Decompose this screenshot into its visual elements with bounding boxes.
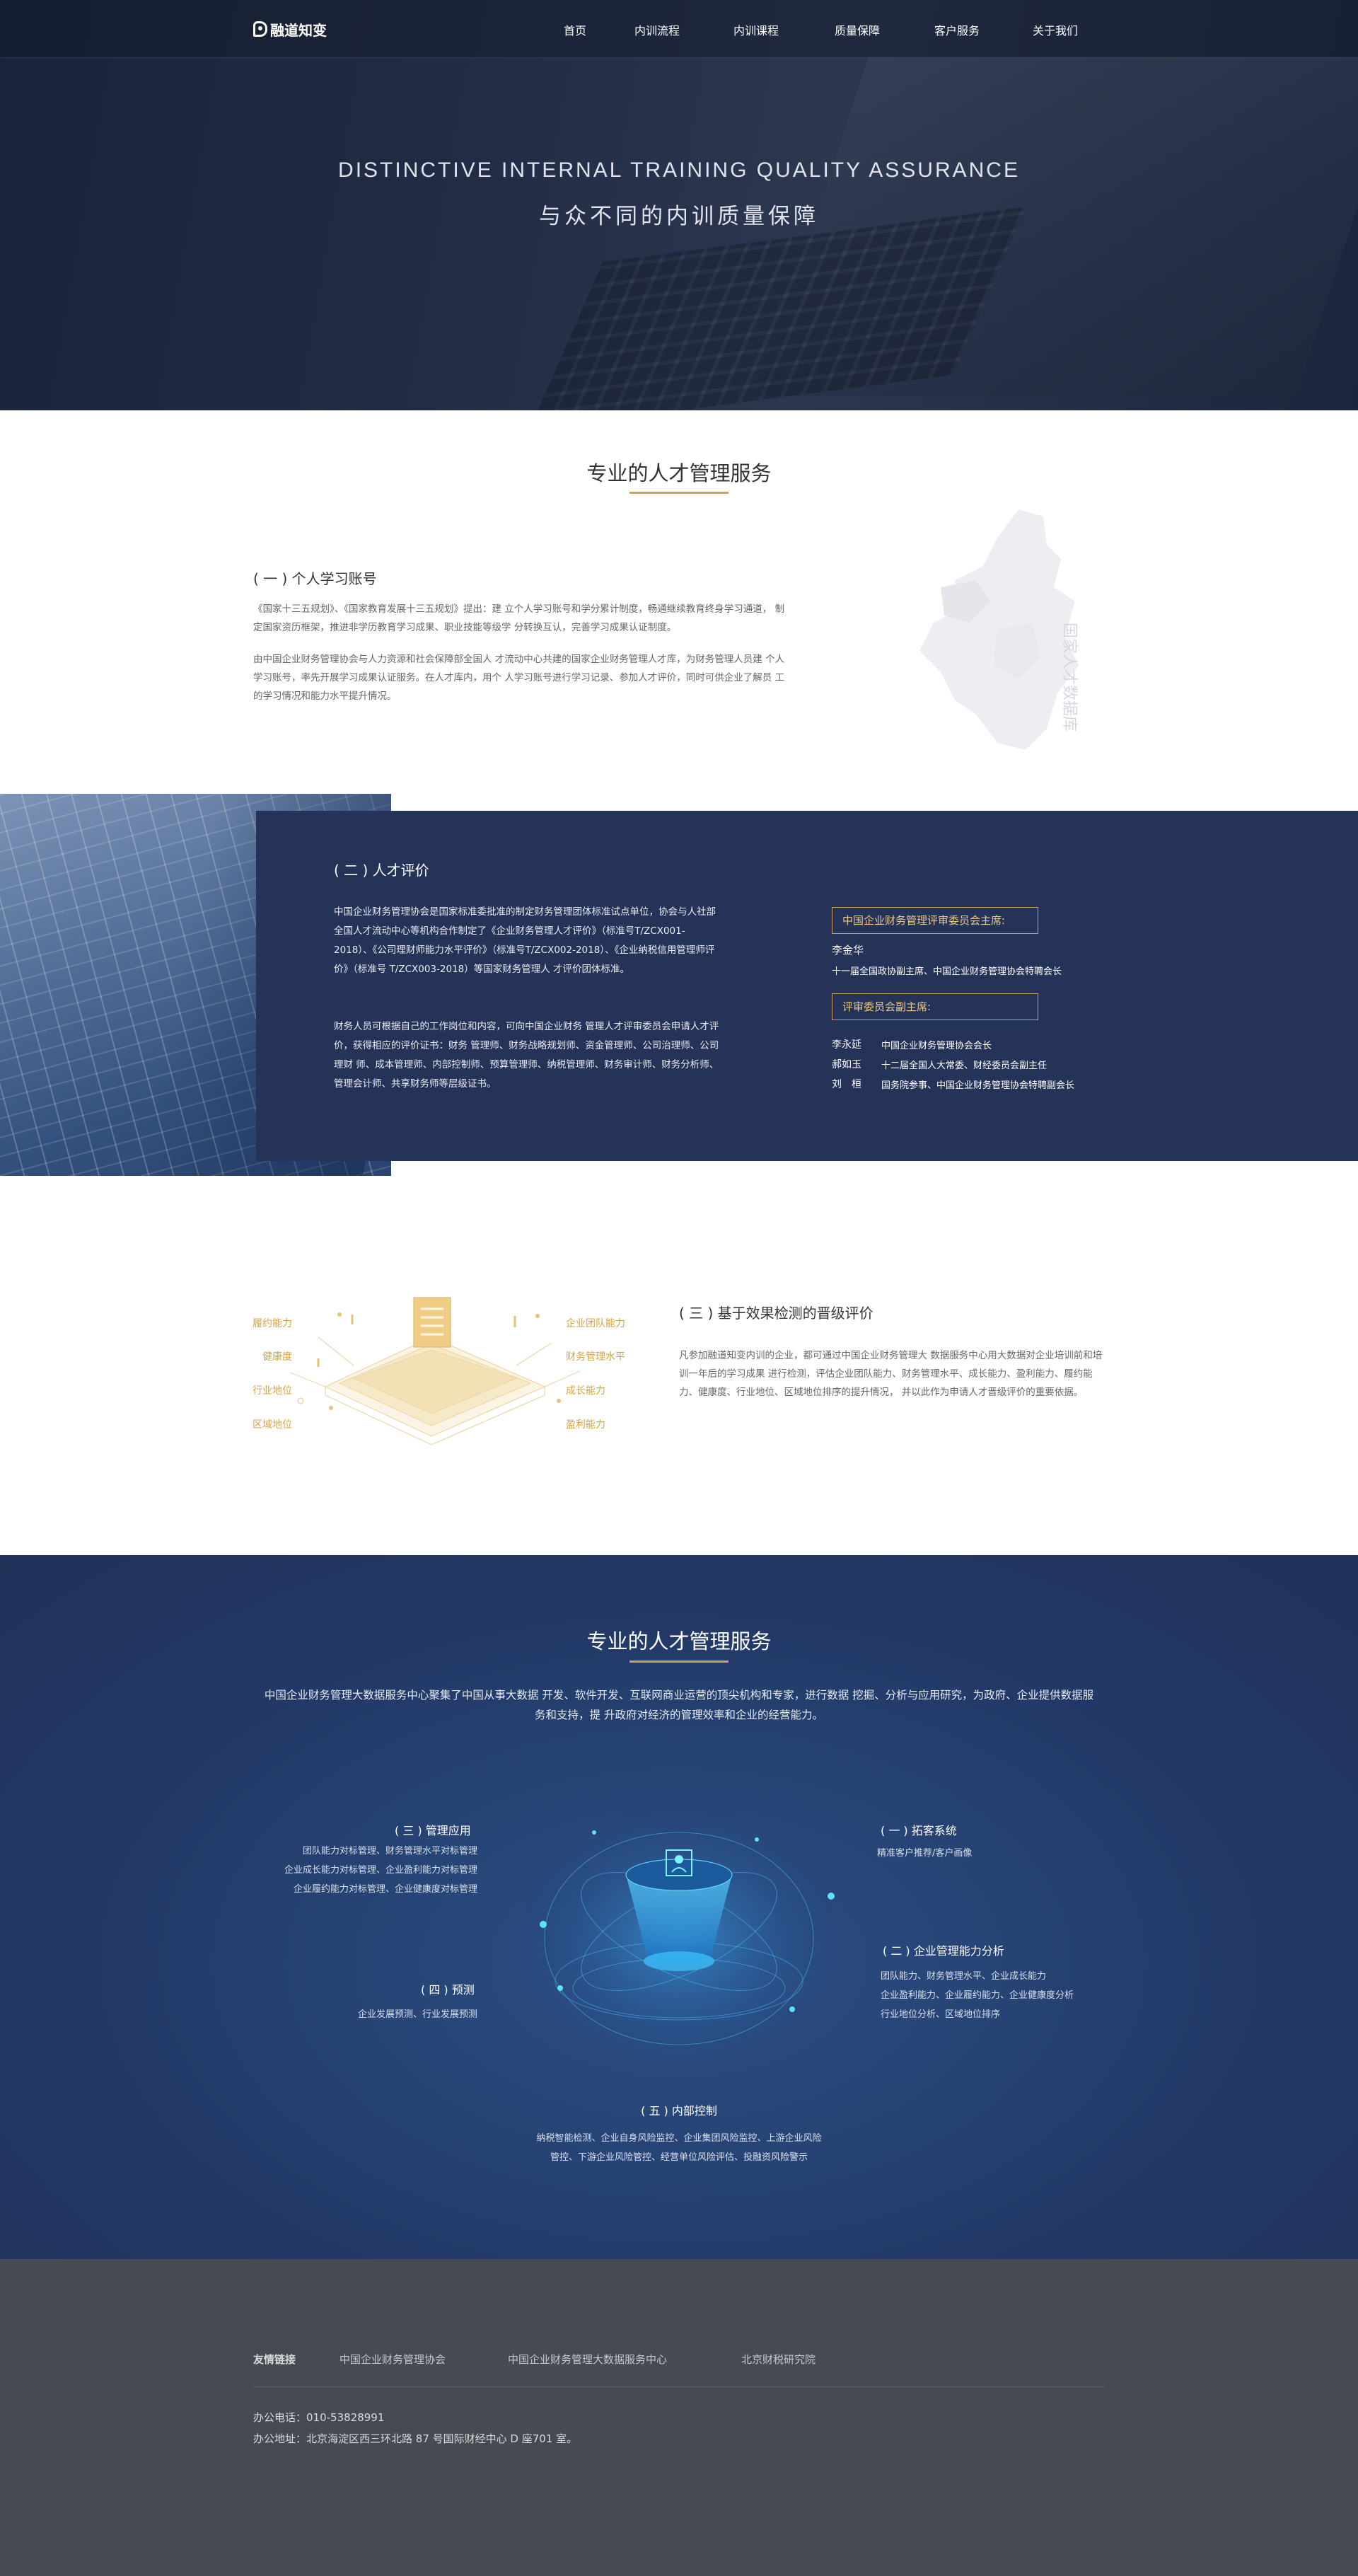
internal-control-title: ( 五 ) 内部控制 — [641, 2104, 717, 2118]
big-data-title: 专业的人才管理服务 — [586, 1629, 772, 1653]
vice-desc-1: 中国企业财务管理协会会长 — [881, 1041, 992, 1051]
mgmt-app-line3: 企业履约能力对标管理、企业健康度对标管理 — [293, 1884, 477, 1895]
talent-evaluation-para2: 财务人员可根据自己的工作岗位和内容，可向中国企业财务 管理人才评审委员会申请人才… — [334, 1021, 719, 1090]
analysis-line2: 企业盈利能力、企业履约能力、企业健康度分析 — [881, 1990, 1074, 2001]
analysis-line3: 行业地位分析、区域地位排序 — [881, 2009, 1001, 2020]
hero-title-en: DISTINCTIVE INTERNAL TRAINING QUALITY AS… — [338, 158, 1020, 182]
personal-account-para1: 《国家十三五规划》、《国家教育发展十三五规划》提出：建 立个人学习账号和学分累计… — [253, 603, 785, 633]
vice-name-3: 刘 桓 — [832, 1079, 861, 1090]
nav-item-service[interactable]: 客户服务 — [934, 21, 980, 38]
label-team-ability: 企业团队能力 — [566, 1318, 625, 1329]
label-growth: 成长能力 — [566, 1385, 605, 1397]
mgmt-app-title: ( 三 ) 管理应用 — [395, 1824, 471, 1837]
nav-item-about[interactable]: 关于我们 — [1033, 21, 1078, 38]
label-profitability: 盈利能力 — [566, 1419, 605, 1431]
label-health: 健康度 — [262, 1351, 292, 1363]
nav-item-process[interactable]: 内训流程 — [634, 21, 680, 38]
expand-system-title: ( 一 ) 拓客系统 — [881, 1824, 957, 1837]
brand-logo[interactable]: 融道知变 — [253, 19, 327, 39]
internal-control-line1: 纳税智能检测、企业自身风险监控、企业集团风险监控、上游企业风险 — [536, 2133, 822, 2144]
personal-account-heading: ( 一 ) 个人学习账号 — [253, 570, 377, 587]
data-hub-graphic — [516, 1790, 842, 2059]
map-caption: 国家人才数据库 — [1060, 623, 1078, 732]
forecast-title: ( 四 ) 预测 — [421, 1983, 475, 1997]
footer-link-bigdata-center[interactable]: 中国企业财务管理大数据服务中心 — [508, 2352, 667, 2367]
chair-desc: 十一届全国政协副主席、中国企业财务管理协会特聘会长 — [832, 966, 1062, 977]
vice-desc-3: 国务院参事、中国企业财务管理协会特聘副会长 — [881, 1080, 1075, 1091]
footer-phone: 办公电话：010-53828991 — [253, 2411, 385, 2424]
expand-system-line1: 精准客户推荐/客户画像 — [877, 1848, 973, 1859]
label-regional-position: 区域地位 — [253, 1419, 292, 1431]
big-data-intro: 中国企业财务管理大数据服务中心聚集了中国从事大数据 开发、软件开发、互联网商业运… — [264, 1689, 1094, 1721]
nav-item-courses[interactable]: 内训课程 — [733, 21, 779, 38]
talent-evaluation-para1: 中国企业财务管理协会是国家标准委批准的制定财务管理团体标准试点单位，协会与人社部… — [334, 906, 716, 975]
effect-evaluation-heading: ( 三 ) 基于效果检测的晋级评价 — [679, 1305, 874, 1322]
forecast-line1: 企业发展预测、行业发展预测 — [357, 2009, 477, 2020]
label-finance-level: 财务管理水平 — [566, 1351, 625, 1363]
effect-evaluation-para: 凡参加融道知变内训的企业，都可通过中国企业财务管理大 数据服务中心用大数据对企业… — [679, 1350, 1103, 1398]
mgmt-app-line1: 团队能力对标管理、财务管理水平对标管理 — [302, 1846, 477, 1856]
analysis-line1: 团队能力、财务管理水平、企业成长能力 — [881, 1971, 1047, 1982]
label-industry-position: 行业地位 — [253, 1385, 292, 1397]
footer-link-association[interactable]: 中国企业财务管理协会 — [340, 2352, 446, 2367]
top-nav: 融道知变 首页 内训流程 内训课程 质量保障 客户服务 关于我们 — [0, 0, 1358, 58]
nav-item-home[interactable]: 首页 — [564, 21, 586, 38]
chair-name: 李金华 — [832, 944, 864, 957]
friend-links-label: 友情链接 — [253, 2353, 296, 2366]
hero-title-cn: 与众不同的内训质量保障 — [539, 204, 819, 229]
title-underline — [629, 492, 729, 494]
internal-control-line2: 管控、下游企业风险管控、经营单位风险评估、投融资风险警示 — [550, 2152, 808, 2163]
section-title: 专业的人才管理服务 — [586, 461, 772, 485]
vice-name-2: 郝如玉 — [832, 1059, 861, 1070]
mgmt-app-line2: 企业成长能力对标管理、企业盈利能力对标管理 — [284, 1865, 477, 1876]
logo-icon — [253, 21, 267, 37]
talent-evaluation-heading: ( 二 ) 人才评价 — [334, 862, 429, 879]
world-map-graphic: 国家人才数据库 — [919, 509, 1079, 750]
footer — [0, 2259, 1358, 2576]
vice-desc-2: 十二届全国人大常委、财经委员会副主任 — [881, 1061, 1047, 1071]
evaluation-platform-graphic — [289, 1297, 581, 1445]
vice-name-1: 李永延 — [832, 1039, 861, 1051]
footer-address: 办公地址：北京海淀区西三环北路 87 号国际财经中心 D 座701 室。 — [253, 2432, 578, 2445]
footer-divider — [253, 2386, 1105, 2387]
chair-label-box: 中国企业财务管理评审委员会主席: — [832, 907, 1038, 934]
footer-link-research-institute[interactable]: 北京财税研究院 — [741, 2352, 816, 2367]
analysis-title: ( 二 ) 企业管理能力分析 — [883, 1944, 1004, 1958]
brand-name: 融道知变 — [270, 21, 327, 39]
label-fulfillment: 履约能力 — [253, 1318, 292, 1329]
big-data-title-underline — [629, 1660, 729, 1663]
vice-chair-label-box: 评审委员会副主席: — [832, 993, 1038, 1020]
nav-item-quality[interactable]: 质量保障 — [835, 21, 880, 38]
personal-account-para2: 由中国企业财务管理协会与人力资源和社会保障部全国人 才流动中心共建的国家企业财务… — [253, 654, 785, 702]
